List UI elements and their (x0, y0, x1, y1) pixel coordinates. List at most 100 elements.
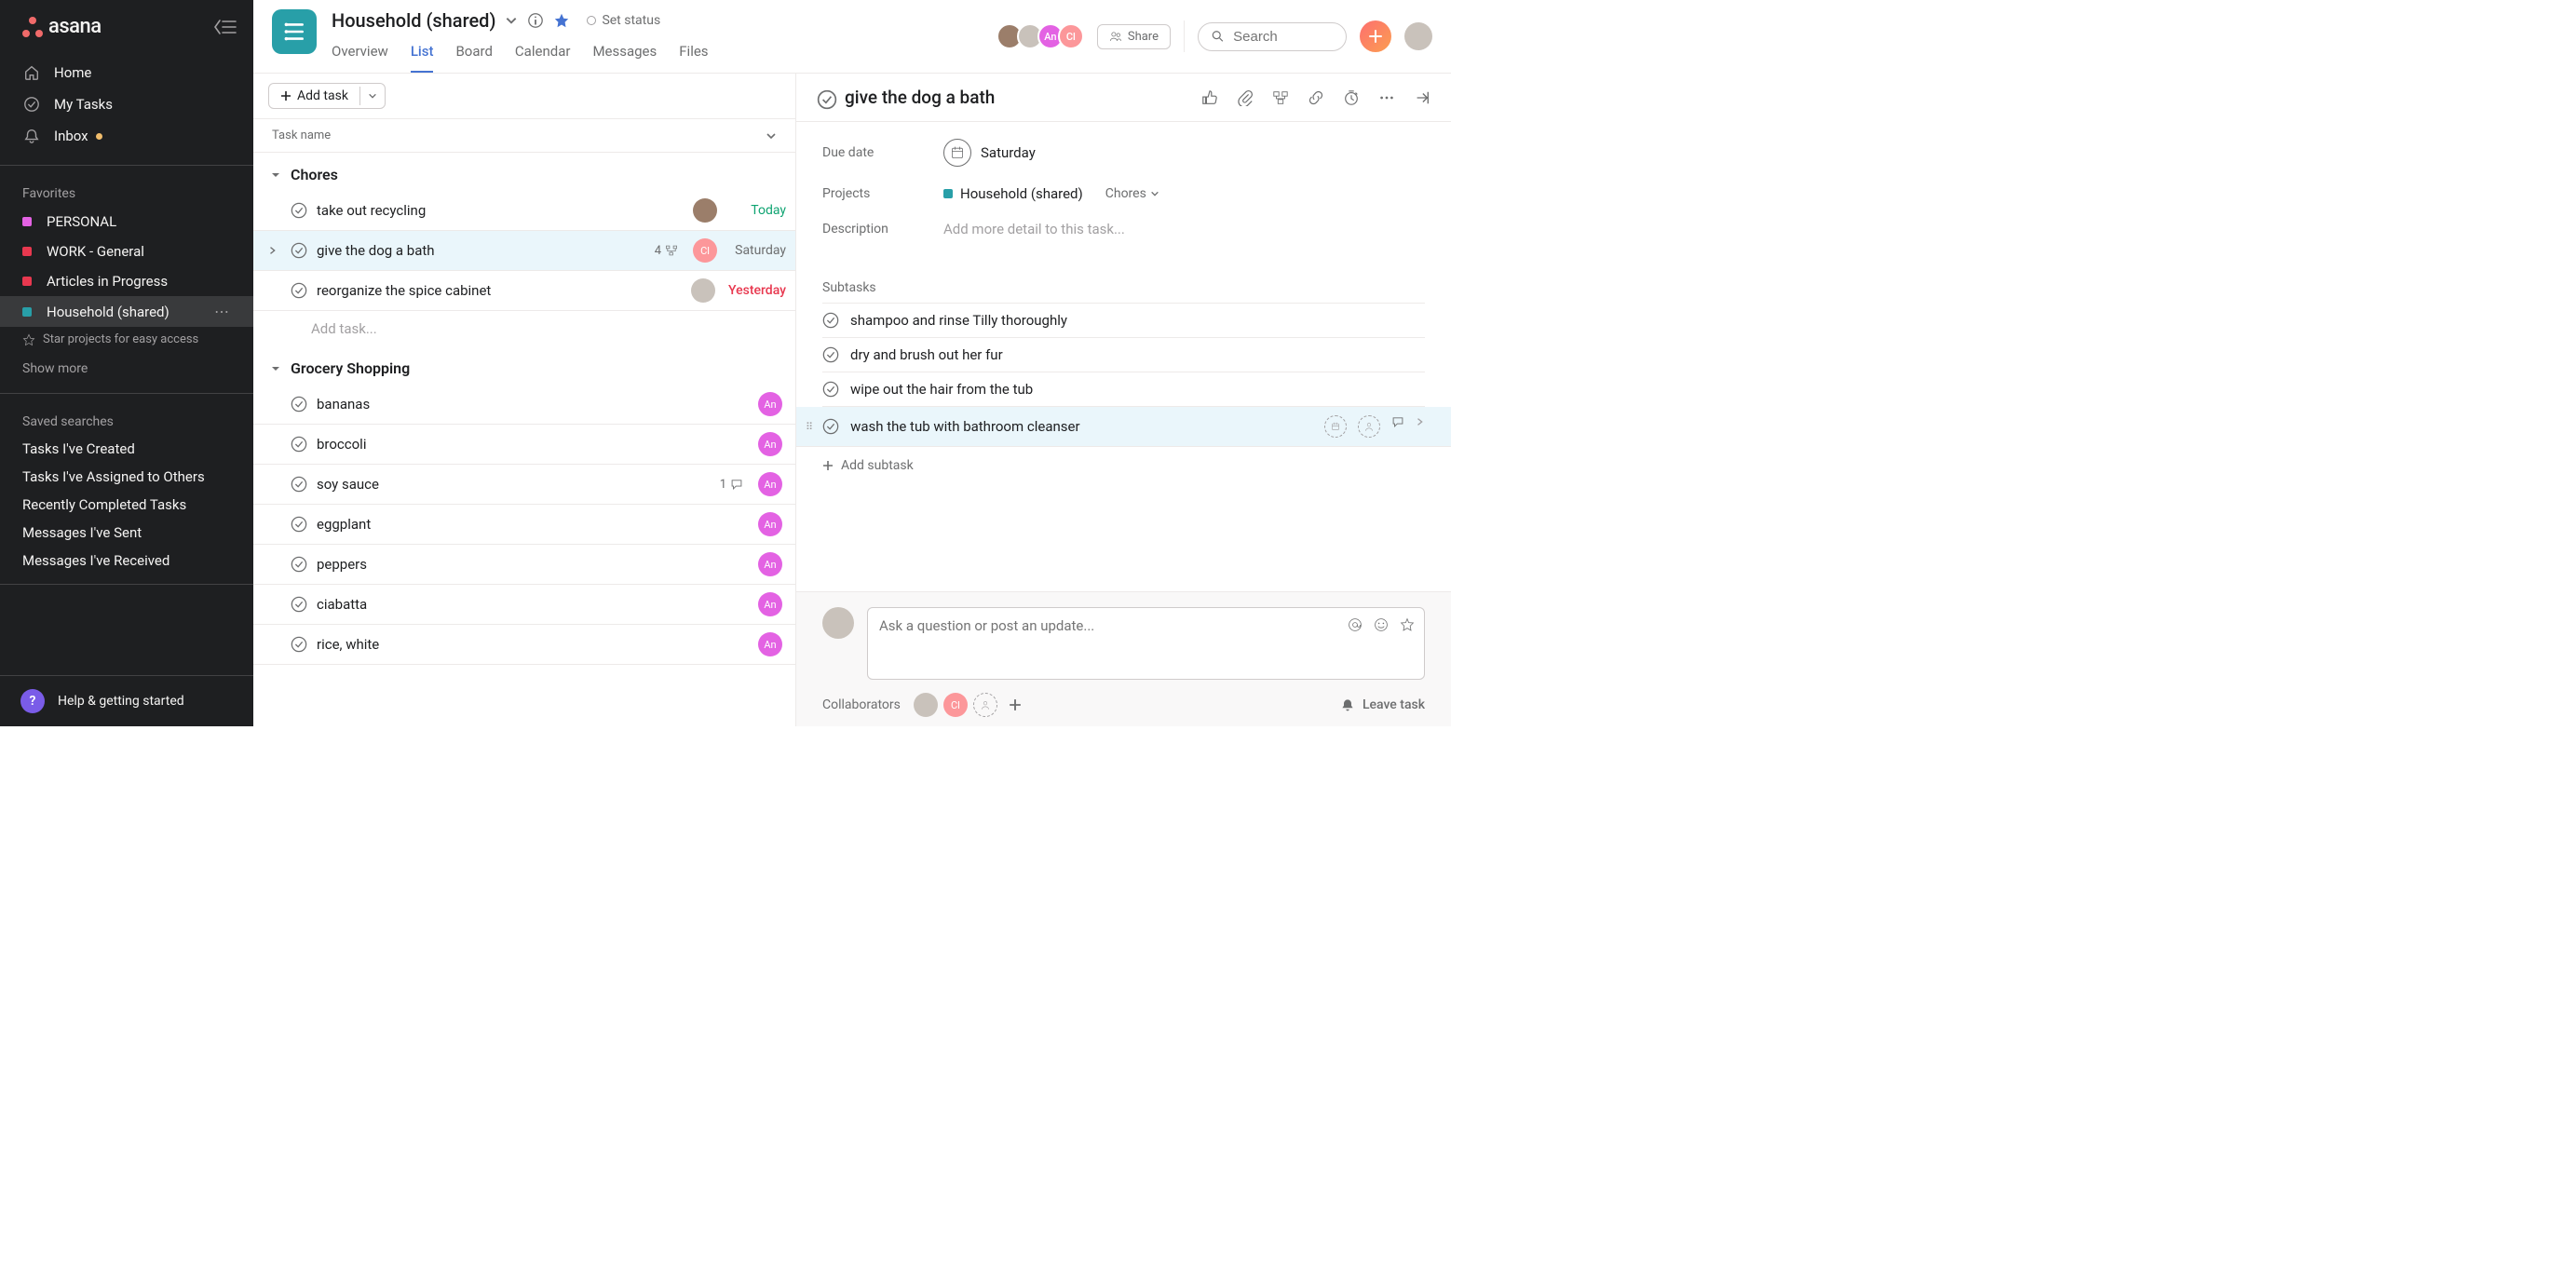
nav-inbox[interactable]: Inbox (0, 120, 253, 152)
detail-task-title[interactable]: give the dog a bath (845, 87, 1190, 108)
global-add-button[interactable] (1360, 20, 1391, 52)
saved-search-item[interactable]: Recently Completed Tasks (0, 491, 253, 519)
assignee-avatar[interactable]: An (758, 432, 782, 456)
task-row[interactable]: rice, white An (253, 625, 795, 665)
favorite-item-more[interactable]: ⋯ (214, 303, 231, 320)
leave-task-button[interactable]: Leave task (1340, 697, 1425, 712)
like-button[interactable] (1201, 89, 1218, 106)
complete-subtask-button[interactable] (822, 381, 839, 398)
section-header[interactable]: Chores (253, 153, 795, 191)
section-selector[interactable]: Chores (1105, 186, 1159, 201)
subtask-row[interactable]: wipe out the hair from the tub (822, 372, 1425, 407)
favorite-item[interactable]: Articles in Progress (0, 266, 253, 296)
favorite-item[interactable]: WORK - General (0, 237, 253, 266)
comment-input[interactable] (879, 617, 1413, 651)
complete-task-button[interactable] (291, 396, 307, 413)
complete-task-button[interactable] (291, 476, 307, 493)
search-input[interactable] (1233, 29, 1333, 45)
emoji-button[interactable] (1374, 617, 1389, 632)
drag-handle-icon[interactable]: ⠿ (806, 421, 811, 433)
projects-field[interactable]: Projects Household (shared) Chores (822, 176, 1425, 211)
assignee-avatar[interactable] (691, 278, 715, 303)
set-status-button[interactable]: Set status (587, 13, 660, 28)
complete-subtask-button[interactable] (822, 312, 839, 329)
tab-calendar[interactable]: Calendar (515, 37, 571, 73)
share-button[interactable]: Share (1097, 24, 1171, 49)
collaborator-avatar[interactable] (914, 693, 938, 717)
saved-search-item[interactable]: Messages I've Sent (0, 519, 253, 547)
task-row[interactable]: give the dog a bath 4 Cl Saturday (253, 231, 795, 271)
copy-link-button[interactable] (1308, 89, 1324, 106)
task-row[interactable]: bananas An (253, 385, 795, 425)
task-row[interactable]: ciabatta An (253, 585, 795, 625)
complete-task-button[interactable] (291, 242, 307, 259)
help-button[interactable]: ? Help & getting started (0, 675, 253, 726)
complete-subtask-button[interactable] (822, 418, 839, 435)
task-row[interactable]: broccoli An (253, 425, 795, 465)
subtask-row[interactable]: shampoo and rinse Tilly thoroughly (822, 303, 1425, 338)
assignee-avatar[interactable] (693, 198, 717, 223)
project-info-button[interactable] (527, 12, 544, 29)
assign-subtask-button[interactable] (1324, 415, 1347, 438)
complete-task-button[interactable] (291, 436, 307, 453)
close-detail-button[interactable] (1414, 89, 1430, 106)
favorite-item[interactable]: Household (shared) ⋯ (0, 296, 253, 327)
nav-home[interactable]: Home (0, 57, 253, 88)
tab-board[interactable]: Board (455, 37, 492, 73)
add-task-inline[interactable]: Add task... (253, 311, 795, 346)
section-header[interactable]: Grocery Shopping (253, 346, 795, 385)
assignee-avatar[interactable]: An (758, 552, 782, 576)
attachment-button[interactable] (1237, 89, 1254, 106)
nav-my-tasks[interactable]: My Tasks (0, 88, 253, 120)
complete-task-button[interactable] (291, 596, 307, 613)
current-user-avatar[interactable] (1404, 22, 1432, 50)
add-collaborator-button[interactable] (1003, 693, 1027, 717)
complete-task-button[interactable] (291, 636, 307, 653)
tab-list[interactable]: List (411, 37, 434, 73)
project-members[interactable]: An Cl (1002, 23, 1084, 49)
complete-task-button[interactable] (291, 282, 307, 299)
appreciation-button[interactable] (1400, 617, 1415, 632)
add-collaborator-placeholder[interactable] (973, 693, 997, 717)
subtasks-button[interactable] (1272, 89, 1289, 106)
project-icon[interactable] (272, 9, 317, 54)
assignee-avatar[interactable]: An (758, 632, 782, 656)
asana-logo[interactable]: asana (22, 15, 102, 38)
expand-subtasks-button[interactable] (268, 246, 281, 255)
tab-files[interactable]: Files (679, 37, 708, 73)
subtask-comment-button[interactable] (1391, 415, 1404, 438)
subtask-row[interactable]: dry and brush out her fur (822, 338, 1425, 372)
tab-overview[interactable]: Overview (332, 37, 388, 73)
assignee-avatar[interactable]: An (758, 392, 782, 416)
show-more-favorites[interactable]: Show more (0, 352, 253, 386)
task-row[interactable]: eggplant An (253, 505, 795, 545)
mention-button[interactable] (1348, 617, 1363, 632)
search-box[interactable] (1198, 22, 1347, 51)
assignee-avatar[interactable]: Cl (693, 238, 717, 263)
project-chip[interactable]: Household (shared) (943, 185, 1083, 202)
more-actions-button[interactable] (1378, 89, 1395, 106)
subtask-row[interactable]: ⠿ wash the tub with bathroom cleanser (796, 407, 1451, 447)
subtask-open-button[interactable] (1416, 415, 1425, 438)
complete-task-button[interactable] (291, 556, 307, 573)
add-task-dropdown[interactable] (359, 87, 385, 105)
complete-task-button[interactable] (291, 202, 307, 219)
assignee-avatar[interactable]: An (758, 512, 782, 536)
task-row[interactable]: peppers An (253, 545, 795, 585)
assignee-avatar[interactable]: An (758, 472, 782, 496)
timer-button[interactable] (1343, 89, 1360, 106)
due-date-field[interactable]: Due date Saturday (822, 129, 1425, 176)
task-row[interactable]: reorganize the spice cabinet Yesterday (253, 271, 795, 311)
favorite-star-button[interactable] (553, 12, 570, 29)
task-row[interactable]: soy sauce 1 An (253, 465, 795, 505)
saved-search-item[interactable]: Messages I've Received (0, 547, 253, 575)
project-menu-button[interactable] (505, 14, 518, 27)
complete-task-button[interactable] (291, 516, 307, 533)
assignee-avatar[interactable]: An (758, 592, 782, 616)
description-field[interactable]: Description Add more detail to this task… (822, 211, 1425, 247)
add-subtask-button[interactable]: Add subtask (822, 447, 1425, 484)
saved-search-item[interactable]: Tasks I've Created (0, 435, 253, 463)
column-menu-button[interactable] (766, 130, 777, 142)
add-task-button[interactable]: Add task (269, 84, 359, 108)
comment-box[interactable] (867, 607, 1425, 680)
